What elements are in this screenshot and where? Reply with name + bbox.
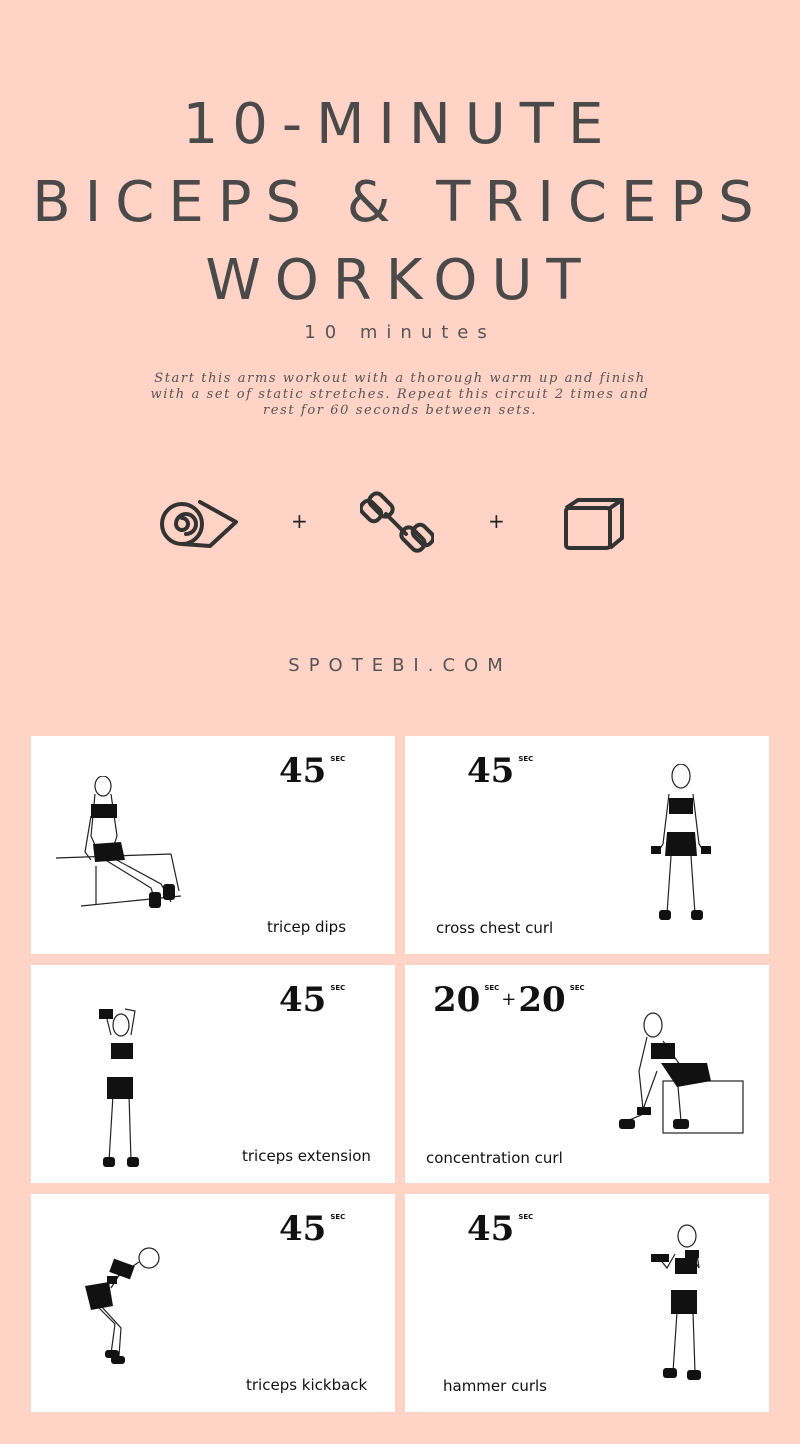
title-line-2: BICEPS & TRICEPS <box>32 170 768 235</box>
exercise-card-concentration-curl: 20 SEC+20 SEC concentration curl <box>405 965 769 1183</box>
exercise-card-cross-chest-curl: 45 SEC cross chest curl <box>405 736 769 954</box>
exercise-time: 45 SEC <box>467 751 534 791</box>
equipment-row: + + <box>0 482 800 572</box>
exercise-name: cross chest curl <box>436 919 554 937</box>
site-url: SPOTEBI.COM <box>288 655 512 676</box>
exercise-name: triceps extension <box>242 1147 371 1165</box>
duration-subtitle: 10 minutes <box>304 322 496 343</box>
workout-description: Start this arms workout with a thorough … <box>150 371 650 418</box>
exercise-time: 45 SEC <box>279 980 346 1020</box>
exercise-name: tricep dips <box>267 918 347 936</box>
hammer-curls-figure-icon <box>651 1224 701 1380</box>
exercise-card-hammer-curls: 45 SEC hammer curls <box>405 1194 769 1412</box>
exercise-time: 45 SEC <box>279 1209 346 1249</box>
exercise-time: 45 SEC <box>279 751 346 791</box>
box-icon <box>564 498 624 550</box>
title-line-1: 10-MINUTE <box>182 92 618 157</box>
plus-separator-2: + <box>488 509 505 533</box>
exercise-name: triceps kickback <box>246 1376 368 1394</box>
mat-icon <box>160 500 238 548</box>
triceps-extension-figure-icon <box>99 1008 139 1167</box>
exercise-card-triceps-kickback: 45 SEC triceps kickback <box>31 1194 395 1412</box>
tricep-dips-figure-icon <box>55 776 182 908</box>
cross-chest-curl-figure-icon <box>651 764 711 920</box>
exercise-time: 20 SEC+20 SEC <box>433 980 585 1020</box>
exercise-card-triceps-extension: 45 SEC triceps extension <box>31 965 395 1183</box>
title-line-3: WORKOUT <box>205 248 595 313</box>
exercise-time: 45 SEC <box>467 1209 534 1249</box>
concentration-curl-figure-icon <box>619 1012 744 1134</box>
exercise-name: concentration curl <box>426 1149 563 1167</box>
exercise-name: hammer curls <box>443 1377 547 1395</box>
plus-separator-1: + <box>291 509 308 533</box>
triceps-kickback-figure-icon <box>85 1247 160 1364</box>
dumbbell-icon <box>360 491 434 553</box>
exercise-card-tricep-dips: 45 SEC tricep dips <box>31 736 395 954</box>
